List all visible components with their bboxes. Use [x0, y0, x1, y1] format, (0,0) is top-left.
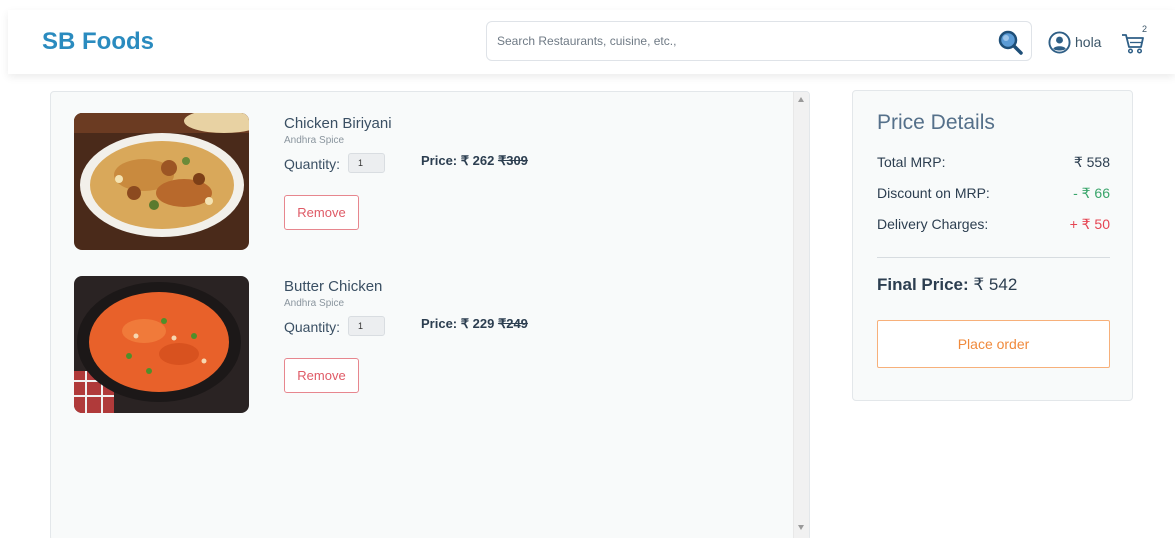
delivery-value: + ₹ 50 — [1069, 216, 1110, 232]
total-mrp-label: Total MRP: — [877, 154, 946, 170]
search-input[interactable] — [487, 22, 987, 60]
current-price: Price: ₹ 229 — [421, 316, 495, 331]
divider — [877, 257, 1110, 258]
profile-name: hola — [1075, 34, 1102, 50]
remove-button[interactable]: Remove — [284, 195, 359, 230]
brand-logo[interactable]: SB Foods — [42, 28, 154, 56]
cart-item: Chicken Biriyani Andhra Spice Quantity: … — [74, 113, 774, 250]
scrollbar[interactable] — [793, 92, 809, 538]
item-price: Price: ₹ 262 ₹309 — [421, 153, 528, 169]
scroll-down-arrow-icon[interactable] — [798, 525, 804, 530]
cart-items-panel: Chicken Biriyani Andhra Spice Quantity: … — [50, 91, 810, 538]
quantity-input[interactable] — [348, 153, 385, 173]
delivery-label: Delivery Charges: — [877, 216, 989, 232]
cart-count-badge: 2 — [1142, 24, 1148, 34]
original-price: ₹249 — [497, 316, 528, 331]
item-price: Price: ₹ 229 ₹249 — [421, 316, 528, 332]
total-mrp-value: ₹ 558 — [1073, 154, 1110, 170]
original-price: ₹309 — [497, 153, 528, 168]
cart-item: Butter Chicken Andhra Spice Quantity: Pr… — [74, 276, 774, 413]
final-price: Final Price: ₹ 542 — [877, 275, 1017, 295]
remove-button[interactable]: Remove — [284, 358, 359, 393]
price-details-title: Price Details — [877, 111, 995, 134]
item-restaurant: Andhra Spice — [284, 135, 345, 146]
user-icon — [1048, 30, 1071, 54]
discount-row: Discount on MRP: - ₹ 66 — [877, 185, 1110, 203]
item-name: Butter Chicken — [284, 278, 383, 295]
place-order-button[interactable]: Place order — [877, 320, 1110, 368]
discount-label: Discount on MRP: — [877, 185, 990, 201]
profile-link[interactable]: hola — [1048, 30, 1101, 54]
final-price-value: ₹ 542 — [973, 275, 1018, 294]
navbar: SB Foods hola 2 — [8, 10, 1175, 74]
total-mrp-row: Total MRP: ₹ 558 — [877, 154, 1110, 172]
search-icon[interactable] — [997, 29, 1023, 55]
final-price-label: Final Price: — [877, 275, 969, 294]
scroll-up-arrow-icon[interactable] — [798, 97, 804, 102]
quantity-label: Quantity: — [284, 156, 341, 172]
delivery-row: Delivery Charges: + ₹ 50 — [877, 216, 1110, 234]
discount-value: - ₹ 66 — [1073, 185, 1110, 201]
food-image-chicken-biriyani — [74, 113, 249, 250]
quantity-input[interactable] — [348, 316, 385, 336]
item-name: Chicken Biriyani — [284, 115, 392, 132]
current-price: Price: ₹ 262 — [421, 153, 495, 168]
item-restaurant: Andhra Spice — [284, 298, 345, 309]
price-details-panel: Price Details Total MRP: ₹ 558 Discount … — [852, 90, 1133, 401]
quantity-label: Quantity: — [284, 319, 341, 335]
food-image-butter-chicken — [74, 276, 249, 413]
search-bar — [486, 21, 1032, 61]
